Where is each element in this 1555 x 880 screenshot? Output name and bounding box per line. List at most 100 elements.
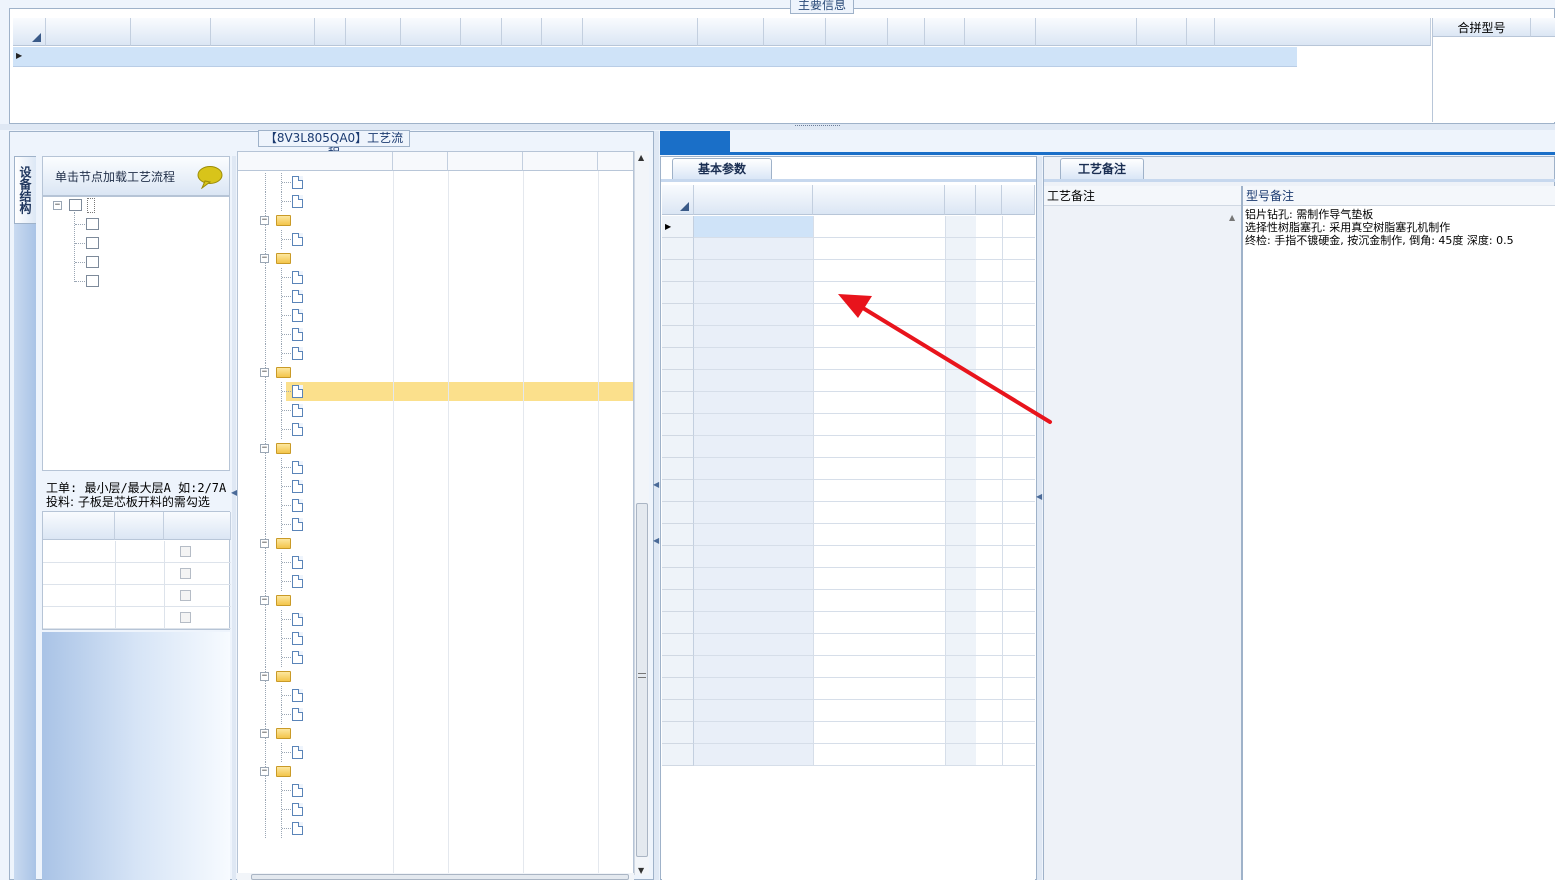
main-col-header[interactable] <box>131 18 211 46</box>
feed-checkbox[interactable] <box>180 612 191 623</box>
flow-col-header[interactable] <box>448 152 523 171</box>
main-row-cell[interactable] <box>504 50 541 65</box>
main-col-header[interactable] <box>826 18 888 46</box>
feed-checkbox[interactable] <box>180 590 191 601</box>
process-note-area[interactable] <box>1044 206 1241 880</box>
main-row-cell[interactable] <box>1139 50 1186 65</box>
main-row-cell[interactable] <box>967 50 1035 65</box>
main-col-header[interactable] <box>925 18 965 46</box>
basic-params-tab[interactable]: 基本参数 <box>672 158 772 180</box>
sub-col-header[interactable] <box>115 512 164 540</box>
feed-checkbox[interactable] <box>180 568 191 579</box>
horizontal-splitter[interactable] <box>0 124 1555 130</box>
side-tab-equipment[interactable]: 设备结构 <box>14 156 36 224</box>
main-col-header[interactable] <box>888 18 925 46</box>
param-table-corner[interactable] <box>662 185 694 215</box>
sub-col-header[interactable] <box>164 512 231 540</box>
param-col-header[interactable] <box>813 185 945 215</box>
detail-tab[interactable] <box>948 131 1018 153</box>
param-col-header[interactable] <box>945 185 976 215</box>
process-note-tab[interactable]: 工艺备注 <box>1060 158 1144 180</box>
main-col-header[interactable] <box>461 18 502 46</box>
flow-col-header[interactable] <box>523 152 598 171</box>
flow-col-header[interactable] <box>238 152 393 171</box>
flow-collapse-toggle[interactable]: − <box>260 444 269 453</box>
main-row-cell[interactable] <box>48 50 130 65</box>
main-row-cell[interactable] <box>927 50 964 65</box>
main-row-cell[interactable] <box>766 50 825 65</box>
main-col-header[interactable] <box>315 18 346 46</box>
sub-table-row[interactable] <box>43 541 231 563</box>
main-col-header[interactable] <box>1137 18 1187 46</box>
note-scroll-arrow-icon[interactable]: ▲ <box>1229 213 1235 222</box>
main-row-cell[interactable] <box>348 50 400 65</box>
main-col-header[interactable] <box>698 18 764 46</box>
main-row-cell[interactable] <box>890 50 924 65</box>
main-row-cell[interactable] <box>585 50 697 65</box>
detail-tab[interactable] <box>838 131 878 153</box>
flow-collapse-toggle[interactable]: − <box>260 368 269 377</box>
tree-collapse-toggle[interactable]: − <box>53 201 62 210</box>
detail-tab[interactable] <box>878 131 948 153</box>
center-splitter-arrow-icon[interactable]: ◀ <box>653 480 659 489</box>
main-table-corner[interactable] <box>13 18 46 46</box>
flow-col-header[interactable] <box>598 152 633 171</box>
main-col-header[interactable] <box>46 18 131 46</box>
main-row-cell[interactable] <box>828 50 887 65</box>
flow-row-selected[interactable] <box>286 382 633 401</box>
flow-collapse-toggle[interactable]: − <box>260 729 269 738</box>
right-splitter-arrow-icon[interactable]: ◀ <box>1036 492 1042 501</box>
right-splitter[interactable] <box>1037 156 1042 880</box>
sub-col-header[interactable] <box>43 512 115 540</box>
merge-header[interactable]: 合拼型号 <box>1433 18 1531 37</box>
main-col-header[interactable] <box>502 18 542 46</box>
scroll-up-arrow-icon[interactable]: ▲ <box>638 153 644 162</box>
flow-collapse-toggle[interactable]: − <box>260 254 269 263</box>
flow-collapse-toggle[interactable]: − <box>260 596 269 605</box>
detail-tab[interactable] <box>798 131 838 153</box>
flow-hscrollbar[interactable] <box>237 873 634 880</box>
flow-collapse-toggle[interactable]: − <box>260 672 269 681</box>
main-row-cell[interactable] <box>1038 50 1136 65</box>
param-col-header[interactable] <box>976 185 1002 215</box>
model-note-area[interactable]: 铝片钻孔: 需制作导气垫板 选择性树脂塞孔: 采用真空树脂塞孔机制作 终检: 手… <box>1243 206 1555 880</box>
flow-collapse-toggle[interactable]: − <box>260 767 269 776</box>
main-row-cell[interactable] <box>403 50 460 65</box>
detail-tab[interactable] <box>660 131 730 153</box>
flow-collapse-toggle[interactable]: − <box>260 216 269 225</box>
left-splitter[interactable] <box>232 156 236 880</box>
detail-tab[interactable] <box>1018 131 1088 153</box>
main-row-cell[interactable] <box>133 50 210 65</box>
main-col-header[interactable] <box>965 18 1036 46</box>
main-col-header[interactable] <box>583 18 698 46</box>
main-col-header[interactable] <box>1036 18 1137 46</box>
main-col-header[interactable] <box>346 18 401 46</box>
param-col-header[interactable] <box>694 185 813 215</box>
main-row-cell[interactable] <box>213 50 314 65</box>
tree-root-node[interactable] <box>87 198 95 213</box>
main-col-header[interactable] <box>764 18 826 46</box>
main-row-cell[interactable] <box>317 50 345 65</box>
main-row-cell[interactable] <box>700 50 763 65</box>
center-splitter[interactable] <box>654 131 659 880</box>
hscroll-thumb[interactable] <box>251 874 629 880</box>
main-row-cell[interactable] <box>1189 50 1214 65</box>
detail-tab[interactable] <box>730 131 798 153</box>
main-col-header[interactable] <box>401 18 461 46</box>
main-row-cell[interactable] <box>544 50 582 65</box>
scroll-down-arrow-icon[interactable]: ▼ <box>638 866 644 875</box>
center-splitter-arrow2-icon[interactable]: ◀ <box>653 536 659 545</box>
flow-col-header[interactable] <box>393 152 448 171</box>
feed-checkbox[interactable] <box>180 546 191 557</box>
flow-collapse-toggle[interactable]: − <box>260 539 269 548</box>
main-row-cell[interactable] <box>463 50 501 65</box>
speech-bubble-icon[interactable] <box>197 165 223 189</box>
sub-table-row[interactable] <box>43 563 231 585</box>
flow-vscrollbar[interactable]: ▲ ▼ <box>634 151 649 875</box>
main-col-header[interactable] <box>1187 18 1215 46</box>
sub-table-row[interactable] <box>43 585 231 607</box>
main-col-header[interactable] <box>542 18 583 46</box>
main-col-header[interactable] <box>211 18 315 46</box>
scroll-thumb[interactable] <box>636 503 648 857</box>
sub-table-row[interactable] <box>43 607 231 629</box>
